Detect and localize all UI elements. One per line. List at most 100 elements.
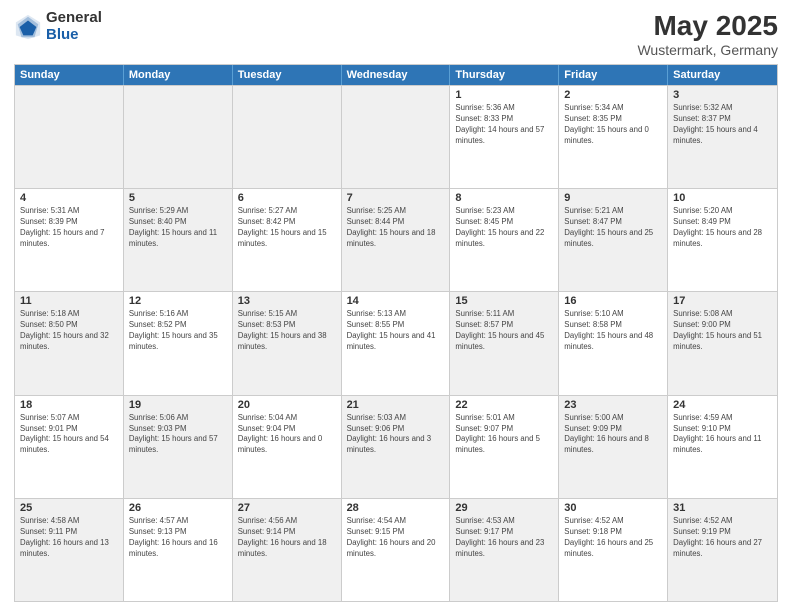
logo-general-text: General: [46, 10, 102, 27]
day-number: 11: [20, 295, 118, 307]
day-info: Sunrise: 5:11 AM Sunset: 8:57 PM Dayligh…: [455, 309, 553, 353]
day-number: 18: [20, 399, 118, 411]
calendar-cell: 6Sunrise: 5:27 AM Sunset: 8:42 PM Daylig…: [233, 189, 342, 291]
day-number: 3: [673, 89, 772, 101]
calendar-cell: 29 Sunrise: 4:53 AM Sunset: 9:17 PM Dayli…: [450, 499, 559, 601]
page: General Blue May 2025 Wustermark, German…: [0, 0, 792, 612]
calendar-cell: 21Sunrise: 5:03 AM Sunset: 9:06 PM Dayli…: [342, 396, 451, 498]
calendar-cell: 27 Sunrise: 4:56 AM Sunset: 9:14 PM Dayli…: [233, 499, 342, 601]
calendar-cell: 2Sunrise: 5:34 AM Sunset: 8:35 PM Daylig…: [559, 86, 668, 188]
day-info: Sunrise: 5:36 AM Sunset: 8:33 PM Dayligh…: [455, 103, 553, 147]
day-info: Sunrise: 5:32 AM Sunset: 8:37 PM Dayligh…: [673, 103, 772, 147]
day-info: Sunrise: 5:21 AM Sunset: 8:47 PM Dayligh…: [564, 206, 662, 250]
day-number: 12: [129, 295, 227, 307]
calendar-subtitle: Wustermark, Germany: [637, 42, 778, 58]
day-info: Sunrise: 4:56 AM Sunset: 9:14 PM Dayligh…: [238, 516, 336, 560]
logo-icon: [14, 13, 42, 41]
day-info: Sunrise: 5:27 AM Sunset: 8:42 PM Dayligh…: [238, 206, 336, 250]
calendar-title: May 2025: [637, 10, 778, 42]
day-number: 10: [673, 192, 772, 204]
calendar-cell: 19 Sunrise: 5:06 AM Sunset: 9:03 PM Dayli…: [124, 396, 233, 498]
calendar-cell: 1 Sunrise: 5:36 AM Sunset: 8:33 PM Daylig…: [450, 86, 559, 188]
day-number: 15: [455, 295, 553, 307]
day-number: 19: [129, 399, 227, 411]
day-info: Sunrise: 5:10 AM Sunset: 8:58 PM Dayligh…: [564, 309, 662, 353]
calendar-cell: 4 Sunrise: 5:31 AM Sunset: 8:39 PM Daylig…: [15, 189, 124, 291]
day-info: Sunrise: 5:00 AM Sunset: 9:09 PM Dayligh…: [564, 413, 662, 457]
day-number: 22: [455, 399, 553, 411]
day-info: Sunrise: 5:07 AM Sunset: 9:01 PM Dayligh…: [20, 413, 118, 457]
calendar-cell: 28 Sunrise: 4:54 AM Sunset: 9:15 PM Dayli…: [342, 499, 451, 601]
day-info: Sunrise: 5:18 AM Sunset: 8:50 PM Dayligh…: [20, 309, 118, 353]
day-info: Sunrise: 5:06 AM Sunset: 9:03 PM Dayligh…: [129, 413, 227, 457]
day-info: Sunrise: 5:34 AM Sunset: 8:35 PM Dayligh…: [564, 103, 662, 147]
calendar-row-2: 4 Sunrise: 5:31 AM Sunset: 8:39 PM Daylig…: [15, 188, 777, 291]
day-number: 7: [347, 192, 445, 204]
calendar-cell: 24 Sunrise: 4:59 AM Sunset: 9:10 PM Dayli…: [668, 396, 777, 498]
day-number: 29: [455, 502, 553, 514]
day-number: 4: [20, 192, 118, 204]
header: General Blue May 2025 Wustermark, German…: [14, 10, 778, 58]
calendar-row-5: 25 Sunrise: 4:58 AM Sunset: 9:11 PM Dayli…: [15, 498, 777, 601]
calendar-cell: [342, 86, 451, 188]
day-info: Sunrise: 4:59 AM Sunset: 9:10 PM Dayligh…: [673, 413, 772, 457]
calendar-cell: 16Sunrise: 5:10 AM Sunset: 8:58 PM Dayli…: [559, 292, 668, 394]
header-sunday: Sunday: [15, 65, 124, 85]
day-number: 24: [673, 399, 772, 411]
day-number: 1: [455, 89, 553, 101]
day-number: 26: [129, 502, 227, 514]
day-number: 20: [238, 399, 336, 411]
calendar: Sunday Monday Tuesday Wednesday Thursday…: [14, 64, 778, 602]
header-monday: Monday: [124, 65, 233, 85]
calendar-cell: 31Sunrise: 4:52 AM Sunset: 9:19 PM Dayli…: [668, 499, 777, 601]
day-info: Sunrise: 5:08 AM Sunset: 9:00 PM Dayligh…: [673, 309, 772, 353]
day-info: Sunrise: 4:53 AM Sunset: 9:17 PM Dayligh…: [455, 516, 553, 560]
calendar-cell: 23Sunrise: 5:00 AM Sunset: 9:09 PM Dayli…: [559, 396, 668, 498]
day-info: Sunrise: 5:01 AM Sunset: 9:07 PM Dayligh…: [455, 413, 553, 457]
header-thursday: Thursday: [450, 65, 559, 85]
logo-text: General Blue: [46, 10, 102, 43]
header-friday: Friday: [559, 65, 668, 85]
calendar-cell: 18 Sunrise: 5:07 AM Sunset: 9:01 PM Dayli…: [15, 396, 124, 498]
day-info: Sunrise: 4:57 AM Sunset: 9:13 PM Dayligh…: [129, 516, 227, 560]
day-info: Sunrise: 5:25 AM Sunset: 8:44 PM Dayligh…: [347, 206, 445, 250]
day-info: Sunrise: 5:13 AM Sunset: 8:55 PM Dayligh…: [347, 309, 445, 353]
day-info: Sunrise: 4:58 AM Sunset: 9:11 PM Dayligh…: [20, 516, 118, 560]
day-number: 30: [564, 502, 662, 514]
calendar-row-4: 18 Sunrise: 5:07 AM Sunset: 9:01 PM Dayli…: [15, 395, 777, 498]
calendar-cell: 9 Sunrise: 5:21 AM Sunset: 8:47 PM Daylig…: [559, 189, 668, 291]
logo: General Blue: [14, 10, 102, 43]
calendar-body: 1 Sunrise: 5:36 AM Sunset: 8:33 PM Daylig…: [15, 85, 777, 601]
calendar-cell: 8Sunrise: 5:23 AM Sunset: 8:45 PM Daylig…: [450, 189, 559, 291]
header-tuesday: Tuesday: [233, 65, 342, 85]
calendar-cell: 10 Sunrise: 5:20 AM Sunset: 8:49 PM Dayli…: [668, 189, 777, 291]
calendar-cell: 25 Sunrise: 4:58 AM Sunset: 9:11 PM Dayli…: [15, 499, 124, 601]
day-info: Sunrise: 5:04 AM Sunset: 9:04 PM Dayligh…: [238, 413, 336, 457]
day-number: 9: [564, 192, 662, 204]
day-number: 28: [347, 502, 445, 514]
day-number: 27: [238, 502, 336, 514]
day-info: Sunrise: 4:54 AM Sunset: 9:15 PM Dayligh…: [347, 516, 445, 560]
day-info: Sunrise: 4:52 AM Sunset: 9:19 PM Dayligh…: [673, 516, 772, 560]
calendar-cell: 3 Sunrise: 5:32 AM Sunset: 8:37 PM Daylig…: [668, 86, 777, 188]
calendar-cell: 5Sunrise: 5:29 AM Sunset: 8:40 PM Daylig…: [124, 189, 233, 291]
calendar-cell: 7 Sunrise: 5:25 AM Sunset: 8:44 PM Daylig…: [342, 189, 451, 291]
day-number: 5: [129, 192, 227, 204]
calendar-cell: [233, 86, 342, 188]
day-info: Sunrise: 5:31 AM Sunset: 8:39 PM Dayligh…: [20, 206, 118, 250]
calendar-row-3: 11 Sunrise: 5:18 AM Sunset: 8:50 PM Dayli…: [15, 291, 777, 394]
calendar-cell: 15 Sunrise: 5:11 AM Sunset: 8:57 PM Dayli…: [450, 292, 559, 394]
calendar-cell: 17 Sunrise: 5:08 AM Sunset: 9:00 PM Dayli…: [668, 292, 777, 394]
day-info: Sunrise: 5:23 AM Sunset: 8:45 PM Dayligh…: [455, 206, 553, 250]
day-number: 13: [238, 295, 336, 307]
calendar-cell: 11 Sunrise: 5:18 AM Sunset: 8:50 PM Dayli…: [15, 292, 124, 394]
logo-blue-text: Blue: [46, 27, 102, 44]
calendar-cell: 22 Sunrise: 5:01 AM Sunset: 9:07 PM Dayli…: [450, 396, 559, 498]
day-info: Sunrise: 5:15 AM Sunset: 8:53 PM Dayligh…: [238, 309, 336, 353]
day-number: 17: [673, 295, 772, 307]
day-info: Sunrise: 5:20 AM Sunset: 8:49 PM Dayligh…: [673, 206, 772, 250]
day-info: Sunrise: 4:52 AM Sunset: 9:18 PM Dayligh…: [564, 516, 662, 560]
title-block: May 2025 Wustermark, Germany: [637, 10, 778, 58]
day-number: 25: [20, 502, 118, 514]
calendar-row-1: 1 Sunrise: 5:36 AM Sunset: 8:33 PM Daylig…: [15, 85, 777, 188]
